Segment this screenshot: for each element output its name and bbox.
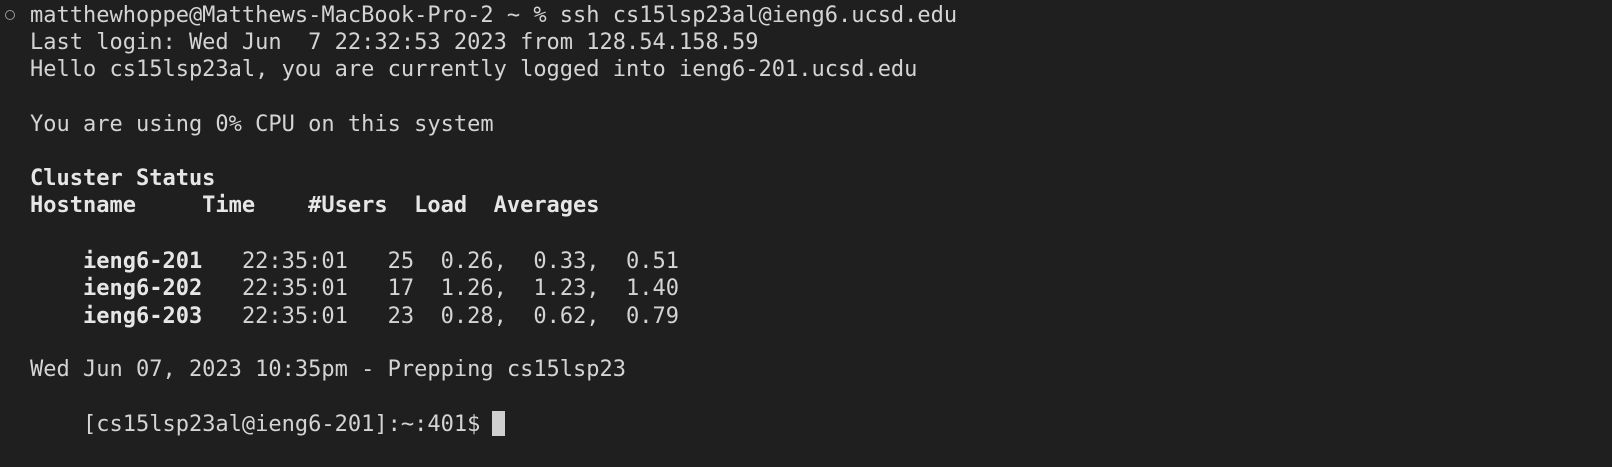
table-row: ieng6-202 22:35:01 17 1.26, 1.23, 1.40: [30, 247, 679, 301]
cpu-usage-line: You are using 0% CPU on this system: [30, 112, 494, 137]
hello-line: Hello cs15lsp23al, you are currently log…: [30, 57, 918, 82]
text-cursor[interactable]: [492, 411, 506, 436]
cluster-status-title: Cluster Status: [30, 166, 216, 191]
cluster-table-header: Hostname Time #Users Load Averages: [30, 193, 600, 218]
command-line: matthewhoppe@Matthews-MacBook-Pro-2 ~ % …: [30, 3, 958, 28]
command-status-icon: [5, 10, 15, 20]
shell-prompt: [cs15lsp23al@ieng6-201]:~:401$: [82, 412, 481, 437]
date-status-line: Wed Jun 07, 2023 10:35pm - Prepping cs15…: [30, 357, 627, 382]
last-login-line: Last login: Wed Jun 7 22:32:53 2023 from…: [30, 30, 759, 55]
row-values: 22:35:01 23 0.28, 0.62, 0.79: [202, 304, 680, 329]
shell-prompt-line[interactable]: [cs15lsp23al@ieng6-201]:~:401$: [30, 383, 506, 437]
table-row: ieng6-203 22:35:01 23 0.28, 0.62, 0.79: [30, 275, 679, 329]
terminal-window[interactable]: matthewhoppe@Matthews-MacBook-Pro-2 ~ % …: [0, 0, 1612, 456]
table-row: ieng6-201 22:35:01 25 0.26, 0.33, 0.51: [30, 220, 679, 274]
hostname-cell: ieng6-203: [82, 304, 203, 329]
